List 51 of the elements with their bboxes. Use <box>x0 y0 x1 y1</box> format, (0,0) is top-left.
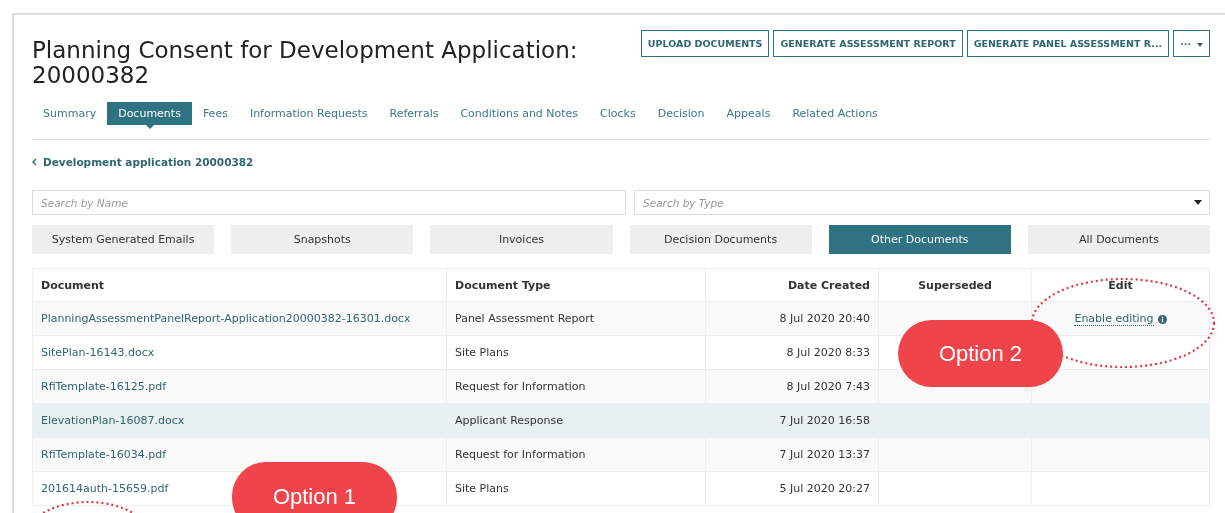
action-button[interactable]: GENERATE ASSESSMENT REPORT <box>773 30 963 57</box>
column-header: Document <box>32 268 447 302</box>
breadcrumb-link[interactable]: Development application 20000382 <box>43 156 254 168</box>
info-icon <box>1157 314 1167 324</box>
document-type: Site Plans <box>455 346 509 359</box>
tab[interactable]: Decision <box>646 102 716 125</box>
document-type: Request for Information <box>455 380 586 393</box>
column-header: Date Created <box>705 268 879 302</box>
tab[interactable]: Fees <box>191 102 239 125</box>
document-type: Applicant Response <box>455 414 563 427</box>
filter-button[interactable]: Invoices <box>430 225 613 254</box>
filter-button[interactable]: All Documents <box>1027 225 1211 254</box>
tab[interactable]: Clocks <box>589 102 647 125</box>
search-field[interactable]: Search by Name <box>32 190 626 215</box>
page-title: Planning Consent for Development Application: 20000382 <box>32 38 579 88</box>
tab[interactable]: Appeals <box>715 102 782 125</box>
action-button[interactable]: GENERATE PANEL ASSESSMENT R... <box>966 30 1170 57</box>
document-link[interactable]: ElevationPlan-16087.docx <box>41 414 185 427</box>
column-header: Superseded <box>878 268 1032 302</box>
document-type: Request for Information <box>455 448 586 461</box>
dropdown-caret-icon[interactable] <box>1194 200 1202 205</box>
date-created: 7 Jul 2020 13:37 <box>779 448 870 461</box>
document-link[interactable]: RfiTemplate-16125.pdf <box>41 380 167 393</box>
callout-label: Option 2 <box>898 320 1063 387</box>
more-menu-button[interactable]: ··· <box>1173 30 1210 57</box>
date-created: 8 Jul 2020 20:40 <box>779 312 870 325</box>
document-link[interactable]: 201614auth-15659.pdf <box>41 482 169 495</box>
filter-button[interactable]: Decision Documents <box>629 225 812 254</box>
tab[interactable]: Related Actions <box>781 102 889 125</box>
filter-button[interactable]: System Generated Emails <box>32 225 215 254</box>
filter-button[interactable]: Other Documents <box>828 225 1011 254</box>
tab[interactable]: Summary <box>32 102 108 125</box>
document-type: Panel Assessment Report <box>455 312 595 325</box>
column-header: Document Type <box>446 268 706 302</box>
enable-editing-link[interactable]: Enable editing <box>1074 312 1154 326</box>
column-header: Edit <box>1031 268 1210 302</box>
back-chevron-icon[interactable] <box>32 158 37 166</box>
tab[interactable]: Conditions and Notes <box>449 102 590 125</box>
document-link[interactable]: SitePlan-16143.docx <box>41 346 155 359</box>
filter-button[interactable]: Snapshots <box>231 225 414 254</box>
tab[interactable]: Information Requests <box>238 102 379 125</box>
tab[interactable]: Referrals <box>378 102 450 125</box>
date-created: 8 Jul 2020 7:43 <box>786 380 870 393</box>
document-type: Site Plans <box>455 482 509 495</box>
date-created: 8 Jul 2020 8:33 <box>786 346 870 359</box>
type-dropdown[interactable]: Search by Type <box>634 190 1210 215</box>
document-link[interactable]: RfiTemplate-16034.pdf <box>41 448 167 461</box>
date-created: 5 Jul 2020 20:27 <box>779 482 870 495</box>
action-button[interactable]: UPLOAD DOCUMENTS <box>640 30 770 57</box>
callout-label: Option 1 <box>232 462 397 513</box>
date-created: 7 Jul 2020 16:58 <box>779 414 870 427</box>
